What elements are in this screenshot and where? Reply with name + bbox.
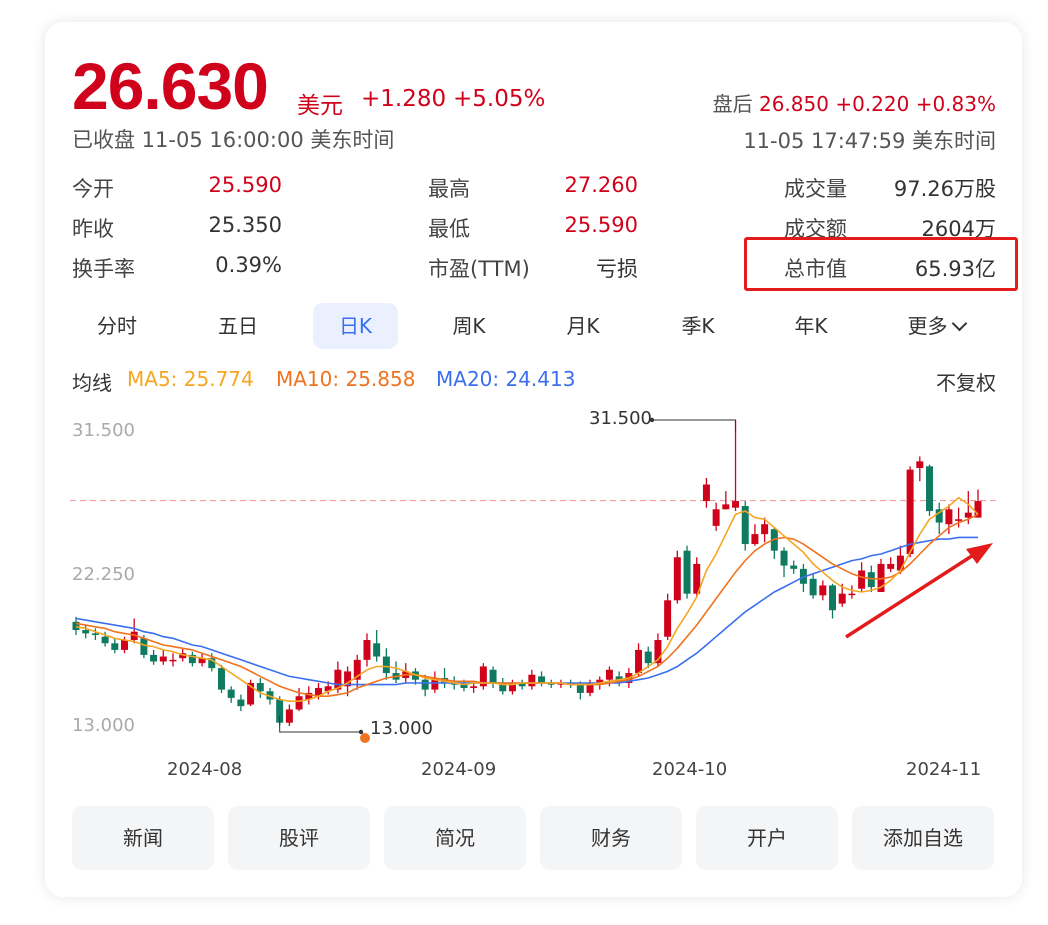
candle-body [867,572,875,588]
candle-body [159,656,167,662]
candle-body [702,484,710,502]
candle-body [819,585,827,596]
candle-body [489,669,497,683]
news-button[interactable]: 新闻 [72,806,214,870]
candle-body [722,504,730,510]
trend-arrow-icon [845,550,979,639]
candle-body [82,630,90,634]
candle-body [150,654,158,662]
candle-body [829,585,837,611]
candle-body [955,519,963,521]
max-leader-dot [649,417,655,423]
candle-body [751,534,759,545]
candle-body [858,570,866,589]
comments-button[interactable]: 股评 [228,806,370,870]
candle-body [712,509,720,526]
candle-body [91,633,99,636]
candle-body [576,684,584,693]
event-marker-dot [360,733,370,743]
candle-body [605,669,613,680]
candle-body [848,593,856,596]
candle-body [140,638,148,655]
candle-body [421,679,429,690]
candle-body [111,643,119,650]
candle-body [217,668,225,690]
trend-arrow-head-icon [966,543,993,564]
candle-body [285,709,293,723]
profile-button[interactable]: 简况 [384,806,526,870]
candle-body [237,699,245,707]
candle-body [780,550,788,566]
candle-body [906,469,914,554]
candle-body [169,659,177,662]
candle-body [382,656,390,674]
candle-body [256,682,264,692]
financials-button[interactable]: 财务 [540,806,682,870]
candle-body [945,509,953,525]
add-watchlist-button[interactable]: 添加自选 [852,806,994,870]
candle-body [528,674,536,687]
candle-body [926,466,933,511]
candle-body [101,636,109,644]
candle-body [673,557,681,601]
candlestick-chart[interactable] [0,0,1048,925]
candle-body [295,696,303,710]
candle-body [121,639,128,650]
candle-body [363,639,371,660]
candle-body [227,689,235,698]
candle-body [838,593,846,604]
open-account-button[interactable]: 开户 [696,806,838,870]
min-leader-dot [358,729,364,735]
candle-body [964,512,972,518]
candle-body [761,524,769,535]
candle-body [790,565,798,569]
candle-body [887,563,895,569]
candle-body [538,676,546,683]
max-leader-line [652,419,737,432]
candle-body [916,461,924,468]
candle-body [664,600,672,637]
candle-body [809,578,817,596]
candle-body [683,550,691,594]
candle-body [644,651,652,664]
candle-body [896,555,904,571]
candle-body [732,501,740,508]
candle-body [373,643,381,657]
candle-body [635,649,643,674]
candle-body [470,686,478,688]
